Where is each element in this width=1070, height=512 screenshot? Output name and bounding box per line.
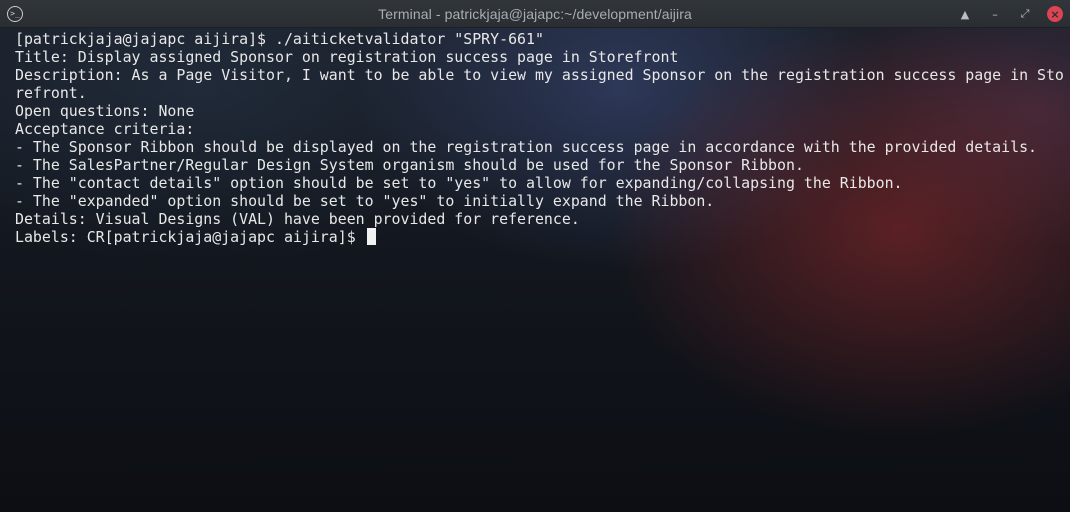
window-title: Terminal - patrickjaja@jajapc:~/developm… [378,5,692,22]
terminal-prompt-text: Labels: CR[patrickjaja@jajapc aijira]$ [15,228,365,246]
terminal-app-icon[interactable]: >_ [7,6,23,22]
terminal-line-details: Details: Visual Designs (VAL) have been … [15,210,580,228]
keep-above-icon: ▲ [960,7,970,21]
terminal-line-title: Title: Display assigned Sponsor on regis… [15,48,679,66]
close-button[interactable]: × [1040,0,1070,28]
terminal-area[interactable]: [patrickjaja@jajapc aijira]$ ./aiticketv… [0,28,1070,512]
terminal-line-criterion-1: - The Sponsor Ribbon should be displayed… [15,138,1038,156]
minimize-button[interactable]: – [980,0,1010,28]
terminal-line-description: Description: As a Page Visitor, I want t… [15,66,1064,84]
terminal-line-acceptance-header: Acceptance criteria: [15,120,195,138]
terminal-line-open-questions: Open questions: None [15,102,195,120]
title-bar[interactable]: >_ Terminal - patrickjaja@jajapc:~/devel… [0,0,1070,28]
text-cursor [366,228,376,245]
maximize-button[interactable]: ⤢ [1010,0,1040,28]
terminal-window: >_ Terminal - patrickjaja@jajapc:~/devel… [0,0,1070,512]
maximize-icon: ⤢ [1020,7,1030,20]
terminal-line-criterion-3: - The "contact details" option should be… [15,174,903,192]
terminal-line-prompt: Labels: CR[patrickjaja@jajapc aijira]$ [15,228,1070,246]
terminal-line-description-wrap: refront. [15,84,87,102]
close-icon: × [1047,6,1063,22]
minimize-icon: – [992,7,998,21]
terminal-output[interactable]: [patrickjaja@jajapc aijira]$ ./aiticketv… [15,30,1070,246]
terminal-line-command: [patrickjaja@jajapc aijira]$ ./aiticketv… [15,30,544,48]
keep-above-button[interactable]: ▲ [950,0,980,28]
window-controls: ▲ – ⤢ × [950,0,1070,28]
terminal-line-criterion-4: - The "expanded" option should be set to… [15,192,715,210]
terminal-line-criterion-2: - The SalesPartner/Regular Design System… [15,156,804,174]
